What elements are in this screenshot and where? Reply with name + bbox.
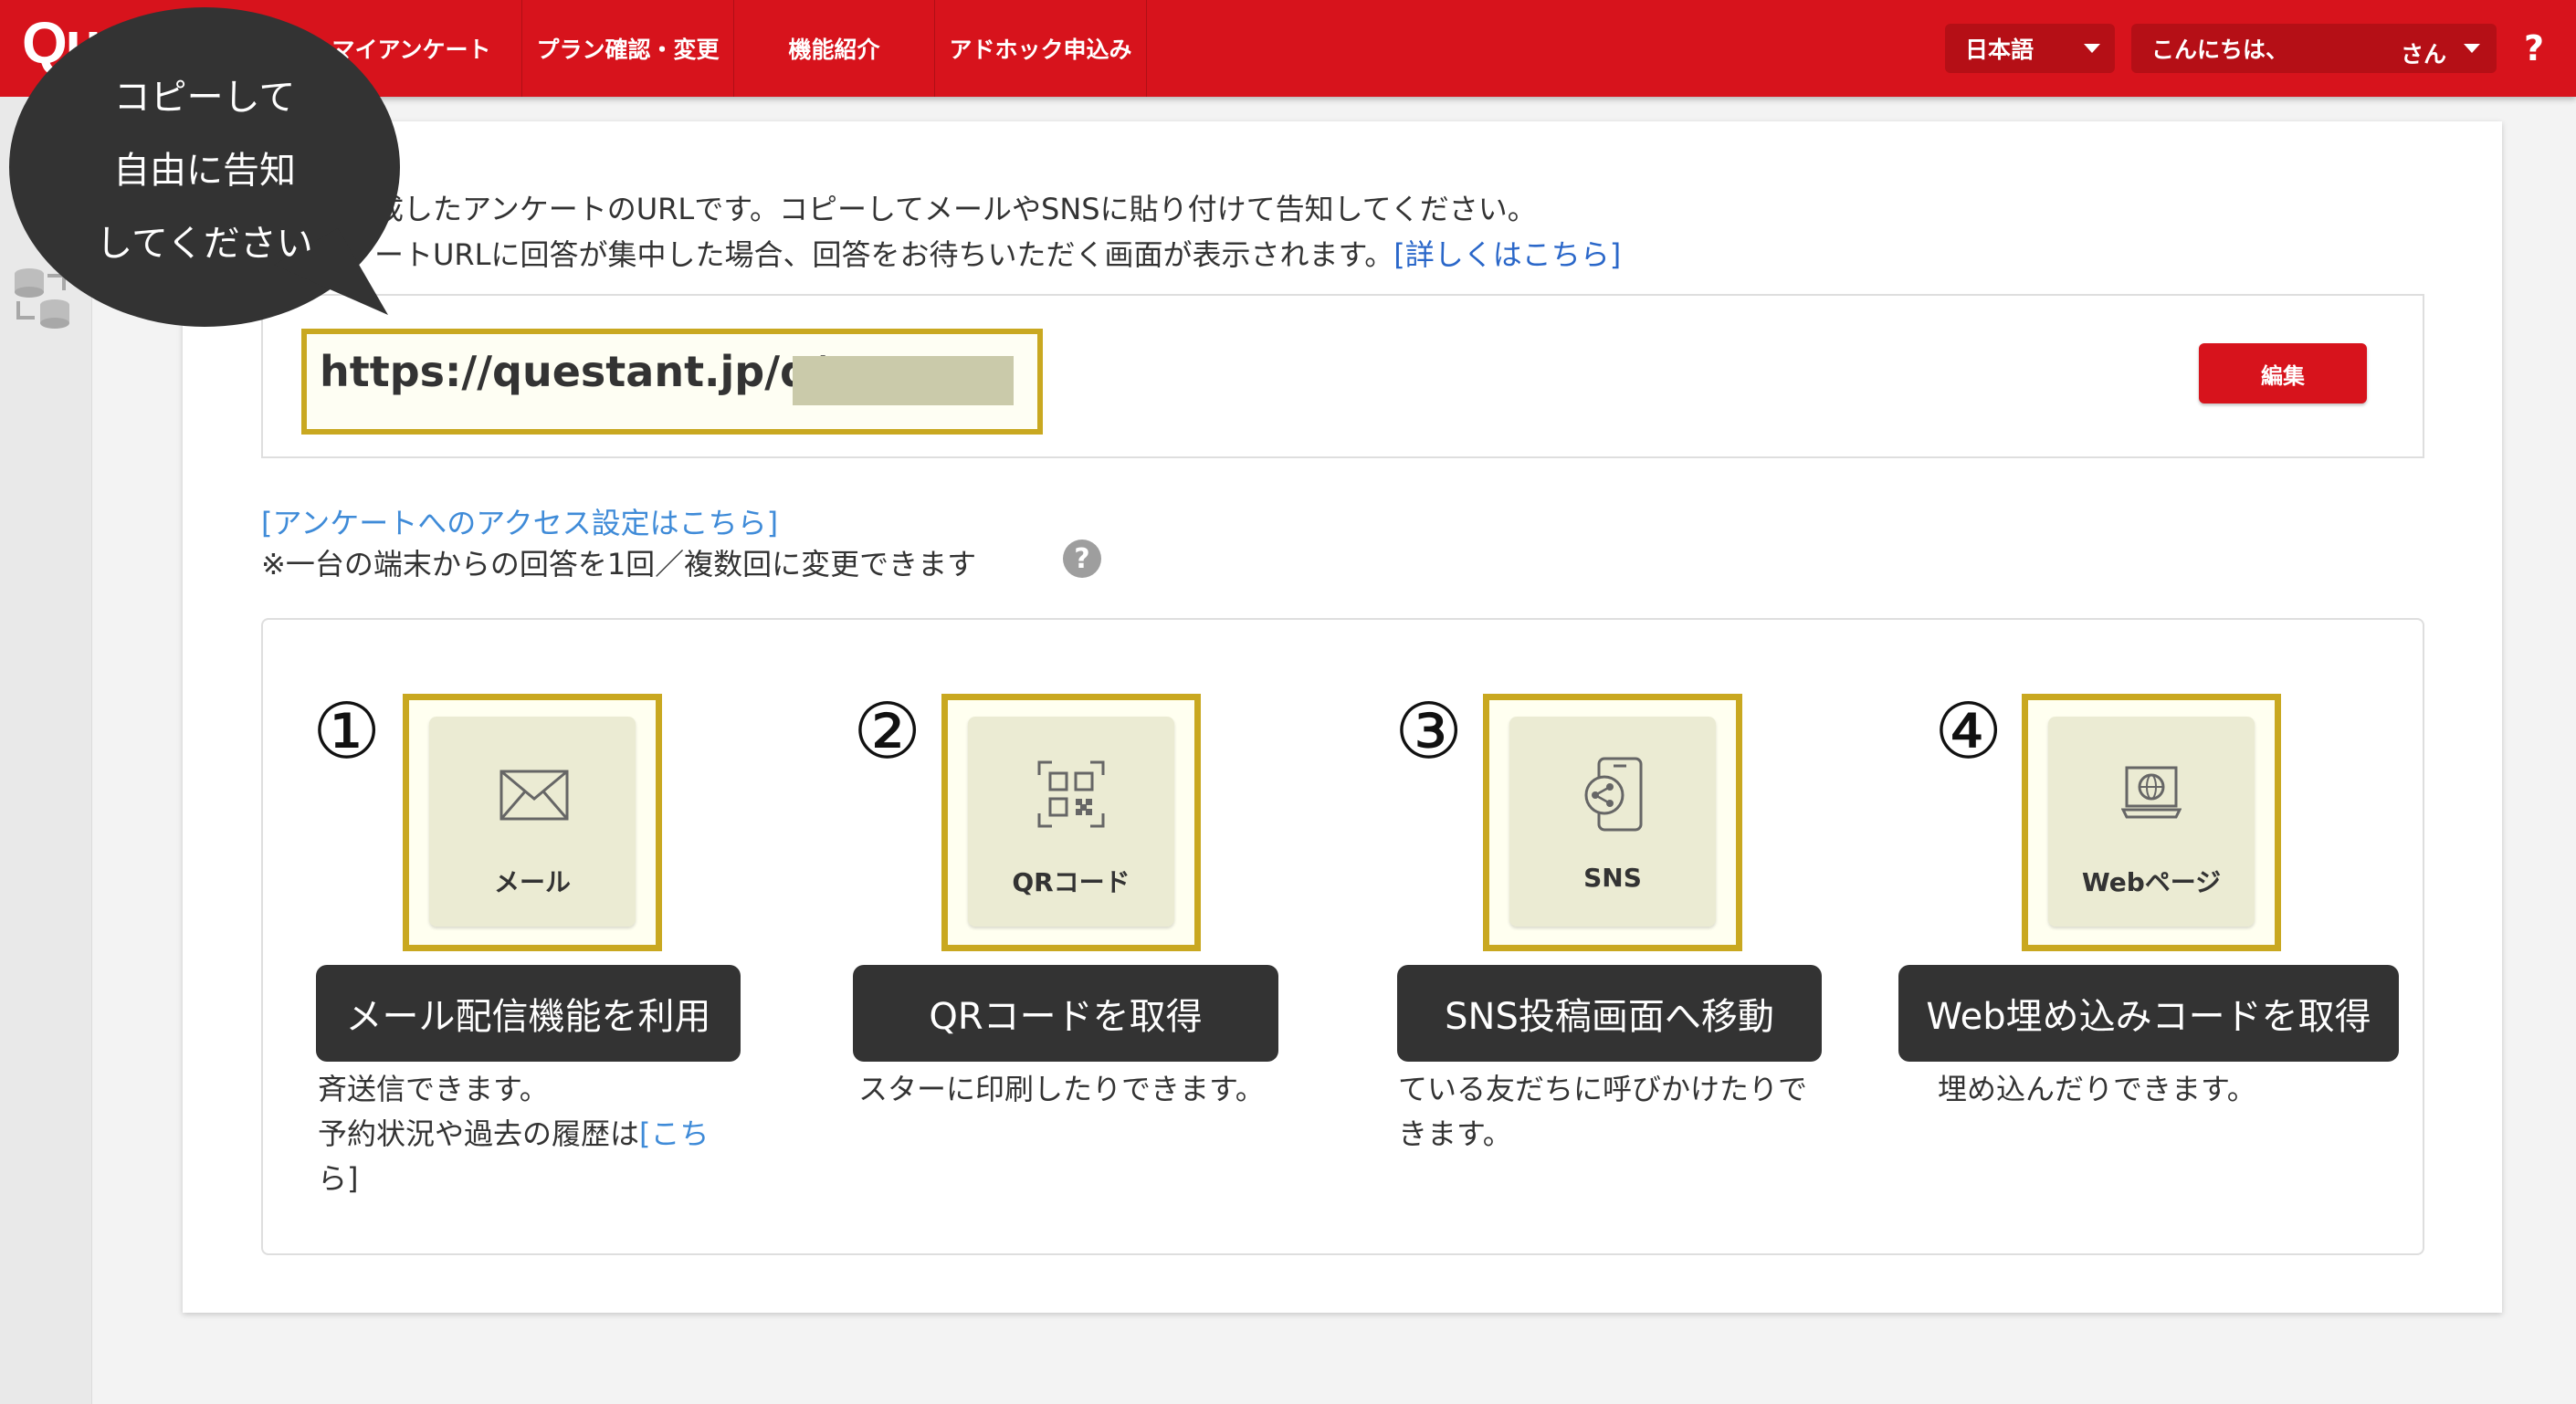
web-tile[interactable]: Webページ (2048, 717, 2255, 927)
chevron-down-icon (2464, 44, 2480, 53)
callout-line-3: してください (96, 223, 313, 265)
mail-tile-label: メール (493, 867, 571, 897)
qr-action-label[interactable]: QRコードを取得 (853, 965, 1278, 1062)
intro-line-2: ートURLに回答が集中した場合、回答をお待ちいただく画面が表示されます。[詳しく… (374, 232, 1621, 274)
step-number-3: ③ (1394, 686, 1464, 776)
step-number-1: ① (312, 686, 382, 776)
callout-line-2: 自由に告知 (113, 150, 296, 192)
details-link[interactable]: [詳しくはこちら] (1393, 237, 1621, 272)
sns-share-icon (1584, 757, 1643, 832)
mail-action-label[interactable]: メール配信機能を利用 (316, 965, 741, 1062)
language-label: 日本語 (1965, 37, 2035, 63)
step-number-4: ④ (1934, 686, 2003, 776)
mail-tile[interactable]: メール (429, 717, 636, 927)
web-action-label[interactable]: Web埋め込みコードを取得 (1898, 965, 2399, 1062)
qr-desc-line-1: スターに印刷したりできます。 (858, 1072, 1265, 1106)
greeting-suffix: さん (2401, 41, 2447, 68)
mail-icon (499, 770, 569, 821)
access-note: ※一台の端末からの回答を1回／複数回に変更できます (261, 547, 977, 582)
callout-line-1: コピーして (113, 77, 296, 119)
mail-desc-line-1: 斉送信できます。 (318, 1072, 549, 1106)
survey-url[interactable]: https://questant.jp/q/ (320, 347, 825, 396)
access-settings-link[interactable]: [アンケートへのアクセス設定はこちら] (261, 500, 778, 542)
mail-desc-line-2: 予約状況や過去の履歴は[こち (318, 1111, 710, 1153)
sns-desc-line-1: ている友だちに呼びかけたりで (1398, 1072, 1808, 1106)
history-link[interactable]: [こち (639, 1116, 710, 1151)
web-desc-line-1: 埋め込んだりできます。 (1938, 1072, 2256, 1106)
qr-code-icon (1037, 760, 1105, 828)
url-redacted-part (793, 356, 1014, 405)
step-number-2: ② (853, 686, 922, 776)
greeting-label: こんにちは、 (2151, 37, 2289, 63)
history-link-cont[interactable]: ら] (318, 1156, 359, 1198)
nav-plan[interactable]: プラン確認・変更 (522, 0, 734, 97)
user-menu[interactable]: こんにちは、 さん (2131, 24, 2497, 73)
web-page-icon (2121, 766, 2182, 819)
qr-tile-label: QRコード (1012, 867, 1130, 897)
intro-line-1: 成したアンケートのURLです。コピーしてメールやSNSに貼り付けて告知してくださ… (374, 192, 1537, 226)
web-tile-label: Webページ (2081, 867, 2222, 897)
nav-adhoc[interactable]: アドホック申込み (935, 0, 1147, 97)
qr-tile[interactable]: QRコード (968, 717, 1174, 927)
sns-tile[interactable]: SNS (1509, 717, 1716, 927)
help-icon[interactable]: ? (2509, 24, 2559, 73)
nav-features[interactable]: 機能紹介 (734, 0, 935, 97)
intro-line-2-text: ートURLに回答が集中した場合、回答をお待ちいただく画面が表示されます。 (374, 237, 1394, 272)
edit-button[interactable]: 編集 (2199, 343, 2367, 403)
mail-desc-line-2-text: 予約状況や過去の履歴は (318, 1116, 640, 1151)
language-select[interactable]: 日本語 (1945, 24, 2115, 73)
chevron-down-icon (2084, 44, 2100, 53)
sns-action-label[interactable]: SNS投稿画面へ移動 (1397, 965, 1822, 1062)
sns-tile-label: SNS (1583, 863, 1642, 893)
sns-desc-line-2: きます。 (1398, 1116, 1512, 1151)
help-circle-icon[interactable]: ? (1063, 540, 1101, 578)
